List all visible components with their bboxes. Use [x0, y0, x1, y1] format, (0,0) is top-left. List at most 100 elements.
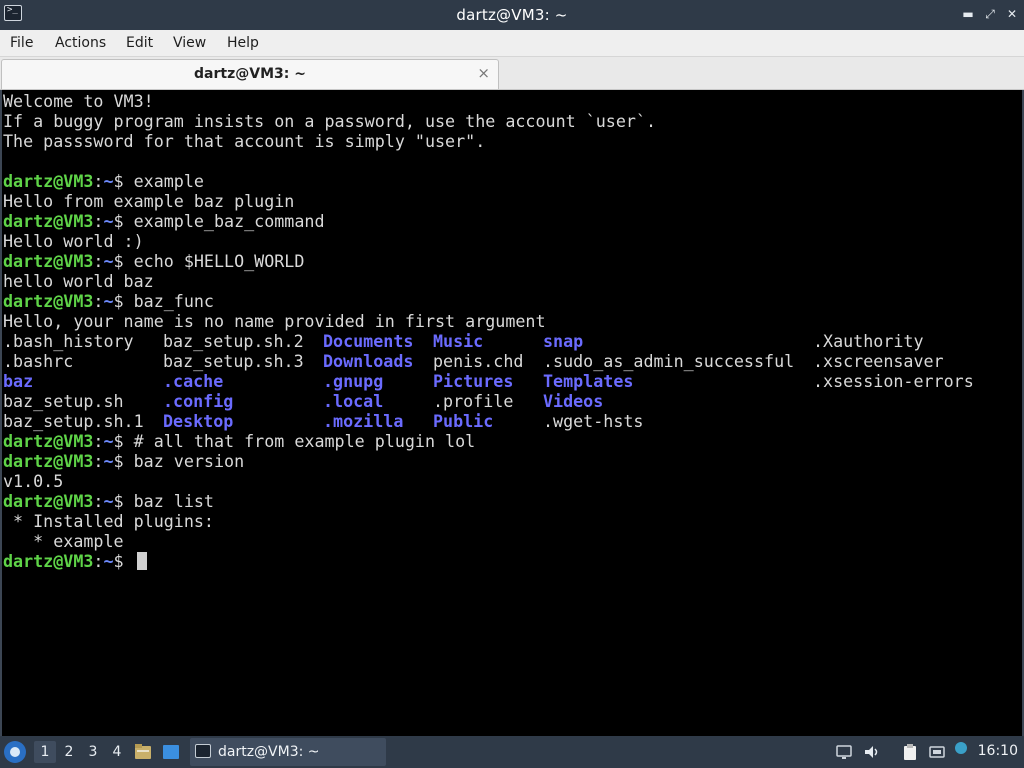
prompt-colon: : [93, 171, 104, 191]
prompt-colon: : [93, 251, 104, 271]
command-text: # all that from example plugin lol [123, 431, 476, 451]
output-line: Welcome to VM3! [3, 91, 154, 111]
ls-directory-entry: Downloads [323, 351, 414, 371]
ls-directory-entry: Pictures [433, 371, 514, 391]
tab-title: dartz@VM3: ~ [194, 66, 306, 82]
prompt-path: ~ [103, 431, 114, 451]
prompt-path: ~ [103, 451, 114, 471]
ls-directory-entry: .config [163, 391, 234, 411]
task-label: dartz@VM3: ~ [218, 744, 320, 760]
show-desktop-icon[interactable] [162, 743, 180, 761]
ls-directory-entry: .mozilla [323, 411, 404, 431]
prompt-symbol: $ [113, 431, 124, 451]
command-line: dartz@VM3:~$ example [3, 171, 983, 191]
command-text: example_baz_command [123, 211, 325, 231]
close-button[interactable]: ✕ [1002, 5, 1022, 23]
command-text: echo $HELLO_WORLD [123, 251, 305, 271]
display-icon[interactable] [835, 743, 853, 761]
network-icon[interactable] [928, 743, 946, 761]
command-line: dartz@VM3:~$ baz list [3, 491, 983, 511]
clipboard-icon[interactable] [901, 743, 919, 761]
command-line: dartz@VM3:~$ baz_func [3, 291, 983, 311]
ls-directory-entry: .cache [163, 371, 224, 391]
ls-directory-entry: Public [433, 411, 494, 431]
ls-directory-entry: snap [543, 331, 584, 351]
command-text: baz list [123, 491, 214, 511]
ls-output-row: baz_setup.sh.1 Desktop .mozilla Public .wget… [3, 411, 983, 431]
prompt-symbol: $ [113, 211, 124, 231]
command-line: dartz@VM3:~$ echo $HELLO_WORLD [3, 251, 983, 271]
ls-file-entry: baz_setup.sh.3 [163, 351, 304, 371]
output-line: Hello from example baz plugin [3, 191, 295, 211]
prompt-path: ~ [103, 551, 114, 571]
menu-bar: File Actions Edit View Help [0, 30, 1024, 57]
text-cursor [136, 552, 147, 570]
workspace-1[interactable]: 1 [34, 741, 56, 763]
ls-file-entry: baz_setup.sh.2 [163, 331, 304, 351]
output-line: Hello, your name is no name provided in … [3, 311, 546, 331]
ls-file-entry: .sudo_as_admin_successful [543, 351, 795, 371]
minimize-button[interactable]: ▬ [958, 5, 978, 23]
window-titlebar: >_ dartz@VM3: ~ ▬ ⤢ ✕ [0, 0, 1024, 30]
output-line: The passsword for that account is simply… [3, 131, 486, 151]
command-text: example [123, 171, 204, 191]
output-line: If a buggy program insists on a password… [3, 111, 657, 131]
prompt-symbol: $ [113, 171, 124, 191]
command-line: dartz@VM3:~$ example_baz_command [3, 211, 983, 231]
ls-output-row: .bashrc baz_setup.sh.3 Downloads penis.chd.… [3, 351, 983, 371]
prompt-user-host: dartz@VM3 [3, 551, 94, 571]
prompt-user-host: dartz@VM3 [3, 451, 94, 471]
prompt-colon: : [93, 491, 104, 511]
ls-output-row: baz .cache .gnupg Pictures Templates .xsessio… [3, 371, 983, 391]
output-line: * Installed plugins: [3, 511, 214, 531]
volume-icon[interactable] [863, 743, 881, 761]
prompt-user-host: dartz@VM3 [3, 291, 94, 311]
ls-file-entry: baz_setup.sh [3, 391, 124, 411]
prompt-user-host: dartz@VM3 [3, 491, 94, 511]
tab-terminal[interactable]: dartz@VM3: ~ × [1, 59, 499, 89]
ls-output-row: baz_setup.sh .config .local .profile Videos [3, 391, 983, 411]
ls-directory-entry: Videos [543, 391, 604, 411]
ls-file-entry: .profile [433, 391, 514, 411]
update-notification-icon[interactable] [954, 741, 968, 755]
output-line: * example [3, 531, 124, 551]
command-text: baz_func [123, 291, 214, 311]
prompt-path: ~ [103, 171, 114, 191]
output-line: v1.0.5 [3, 471, 64, 491]
prompt-symbol: $ [113, 451, 124, 471]
prompt-colon: : [93, 431, 104, 451]
ls-directory-entry: Templates [543, 371, 634, 391]
terminal-view[interactable]: Welcome to VM3! If a buggy program insist… [0, 90, 1024, 736]
command-line: dartz@VM3:~$ [3, 551, 983, 571]
file-manager-icon[interactable] [134, 743, 152, 761]
taskbar-task-terminal[interactable]: dartz@VM3: ~ [190, 738, 386, 766]
prompt-colon: : [93, 551, 104, 571]
tab-bar: dartz@VM3: ~ × [0, 57, 1024, 90]
prompt-colon: : [93, 291, 104, 311]
ls-file-entry: .bashrc [3, 351, 74, 371]
ls-directory-entry: Documents [323, 331, 414, 351]
menu-edit[interactable]: Edit [126, 35, 153, 51]
menu-view[interactable]: View [173, 35, 206, 51]
ls-directory-entry: Desktop [163, 411, 234, 431]
tab-close-icon[interactable]: × [477, 64, 490, 82]
workspace-3[interactable]: 3 [82, 741, 104, 763]
ls-directory-entry: .local [323, 391, 384, 411]
workspace-2[interactable]: 2 [58, 741, 80, 763]
menu-file[interactable]: File [10, 35, 33, 51]
output-line: hello world baz [3, 271, 154, 291]
menu-help[interactable]: Help [227, 35, 259, 51]
workspace-4[interactable]: 4 [106, 741, 128, 763]
start-menu-icon[interactable] [4, 741, 26, 763]
window-title: dartz@VM3: ~ [456, 6, 568, 24]
ls-file-entry: .xscreensaver [813, 351, 944, 371]
maximize-button[interactable]: ⤢ [980, 5, 1000, 23]
ls-file-entry: .xsession-errors [813, 371, 974, 391]
prompt-user-host: dartz@VM3 [3, 251, 94, 271]
menu-actions[interactable]: Actions [55, 35, 106, 51]
ls-directory-entry: .gnupg [323, 371, 384, 391]
command-line: dartz@VM3:~$ # all that from example plu… [3, 431, 983, 451]
ls-file-entry: .Xauthority [813, 331, 924, 351]
ls-directory-entry: baz [3, 371, 34, 391]
